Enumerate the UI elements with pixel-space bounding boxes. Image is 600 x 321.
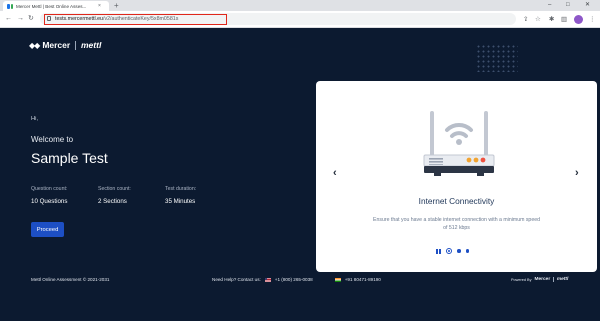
test-duration-stat: Test duration: 35 Minutes bbox=[165, 186, 196, 205]
logo-divider bbox=[75, 40, 76, 50]
lock-icon[interactable] bbox=[47, 16, 51, 21]
card-description: Ensure that you have a stable internet c… bbox=[373, 217, 540, 231]
proceed-button[interactable]: Proceed bbox=[31, 222, 64, 237]
test-name-heading: Sample Test bbox=[31, 150, 108, 166]
section-count-stat: Section count: 2 Sections bbox=[98, 186, 131, 205]
carousel-next-arrow-icon[interactable]: › bbox=[575, 167, 579, 179]
tab-title: Mercer Mettl | Best Online Asses... bbox=[16, 3, 87, 9]
powered-by-label: Powered By bbox=[511, 277, 532, 282]
india-phone-link[interactable]: +91 80471-89190 bbox=[345, 277, 381, 282]
browser-tab[interactable]: Mercer Mettl | Best Online Asses... × bbox=[3, 1, 109, 11]
share-icon[interactable]: ⇪ bbox=[523, 16, 528, 24]
info-carousel-card: ‹ › Internet Connectivity Ensure that yo… bbox=[316, 81, 597, 272]
india-flag-icon bbox=[334, 277, 341, 282]
powered-brand-mettl: mettl bbox=[556, 277, 569, 282]
logo-brand-mercer: Mercer bbox=[42, 40, 71, 50]
close-window-button[interactable]: ✕ bbox=[585, 0, 590, 11]
tab-close-icon[interactable]: × bbox=[98, 3, 101, 9]
mercer-mettl-logo: ◆◆ Mercer mettl bbox=[29, 40, 101, 50]
bookmark-star-icon[interactable]: ☆ bbox=[535, 16, 541, 24]
need-help-label: Need Help? Contact us: bbox=[212, 277, 261, 282]
decorative-dot-grid bbox=[476, 44, 518, 72]
mercer-logo-icon: ◆◆ bbox=[29, 40, 40, 50]
powered-divider bbox=[553, 277, 554, 282]
back-button[interactable]: ← bbox=[5, 14, 12, 24]
question-count-stat: Question count: 10 Questions bbox=[31, 186, 67, 205]
new-tab-button[interactable]: + bbox=[114, 0, 119, 11]
carousel-prev-arrow-icon[interactable]: ‹ bbox=[333, 167, 337, 179]
stat-value: 10 Questions bbox=[31, 198, 68, 205]
logo-brand-mettl: mettl bbox=[81, 40, 102, 50]
help-contact: Need Help? Contact us: +1 (800) 265-0038… bbox=[212, 277, 381, 282]
carousel-dot[interactable] bbox=[446, 248, 452, 254]
card-title: Internet Connectivity bbox=[418, 196, 495, 206]
welcome-text: Welcome to bbox=[31, 135, 74, 144]
stat-label: Question count: bbox=[31, 186, 68, 192]
carousel-dot[interactable] bbox=[465, 249, 469, 253]
profile-avatar[interactable] bbox=[574, 15, 583, 24]
reload-button[interactable]: ↻ bbox=[28, 14, 34, 24]
us-flag-icon bbox=[264, 277, 271, 282]
browser-menu-icon[interactable]: ⋮ bbox=[589, 16, 596, 24]
browser-tabbar: Mercer Mettl | Best Online Asses... × + … bbox=[0, 0, 600, 11]
us-phone-link[interactable]: +1 (800) 265-0038 bbox=[275, 277, 313, 282]
carousel-pause-icon[interactable] bbox=[436, 248, 441, 254]
powered-by: Powered By Mercer mettl bbox=[511, 277, 568, 282]
mettl-favicon-icon bbox=[7, 3, 13, 9]
stat-label: Section count: bbox=[98, 186, 131, 192]
extensions-icon[interactable]: ✱ bbox=[549, 16, 554, 24]
minimize-button[interactable]: – bbox=[548, 0, 551, 11]
carousel-controls bbox=[436, 248, 469, 254]
powered-brand-mercer: Mercer bbox=[534, 277, 551, 282]
carousel-dot[interactable] bbox=[457, 249, 461, 253]
wifi-router-icon bbox=[423, 111, 495, 176]
forward-button[interactable]: → bbox=[17, 14, 24, 24]
stat-value: 2 Sections bbox=[98, 198, 127, 205]
url-text[interactable]: tests.mercermettl.eu/v2/authenticateKey/… bbox=[55, 16, 178, 22]
greeting-text: Hi, bbox=[31, 116, 39, 122]
browser-toolbar: ← → ↻ tests.mercermettl.eu/v2/authentica… bbox=[0, 11, 600, 28]
side-panel-icon[interactable]: ▥ bbox=[561, 16, 567, 24]
address-bar[interactable]: tests.mercermettl.eu/v2/authenticateKey/… bbox=[40, 13, 516, 25]
stat-value: 35 Minutes bbox=[165, 198, 196, 205]
stat-label: Test duration: bbox=[165, 186, 197, 192]
copyright-text: Mettl Online Assessment © 2021-2031 bbox=[31, 277, 110, 282]
maximize-button[interactable]: □ bbox=[566, 0, 570, 11]
